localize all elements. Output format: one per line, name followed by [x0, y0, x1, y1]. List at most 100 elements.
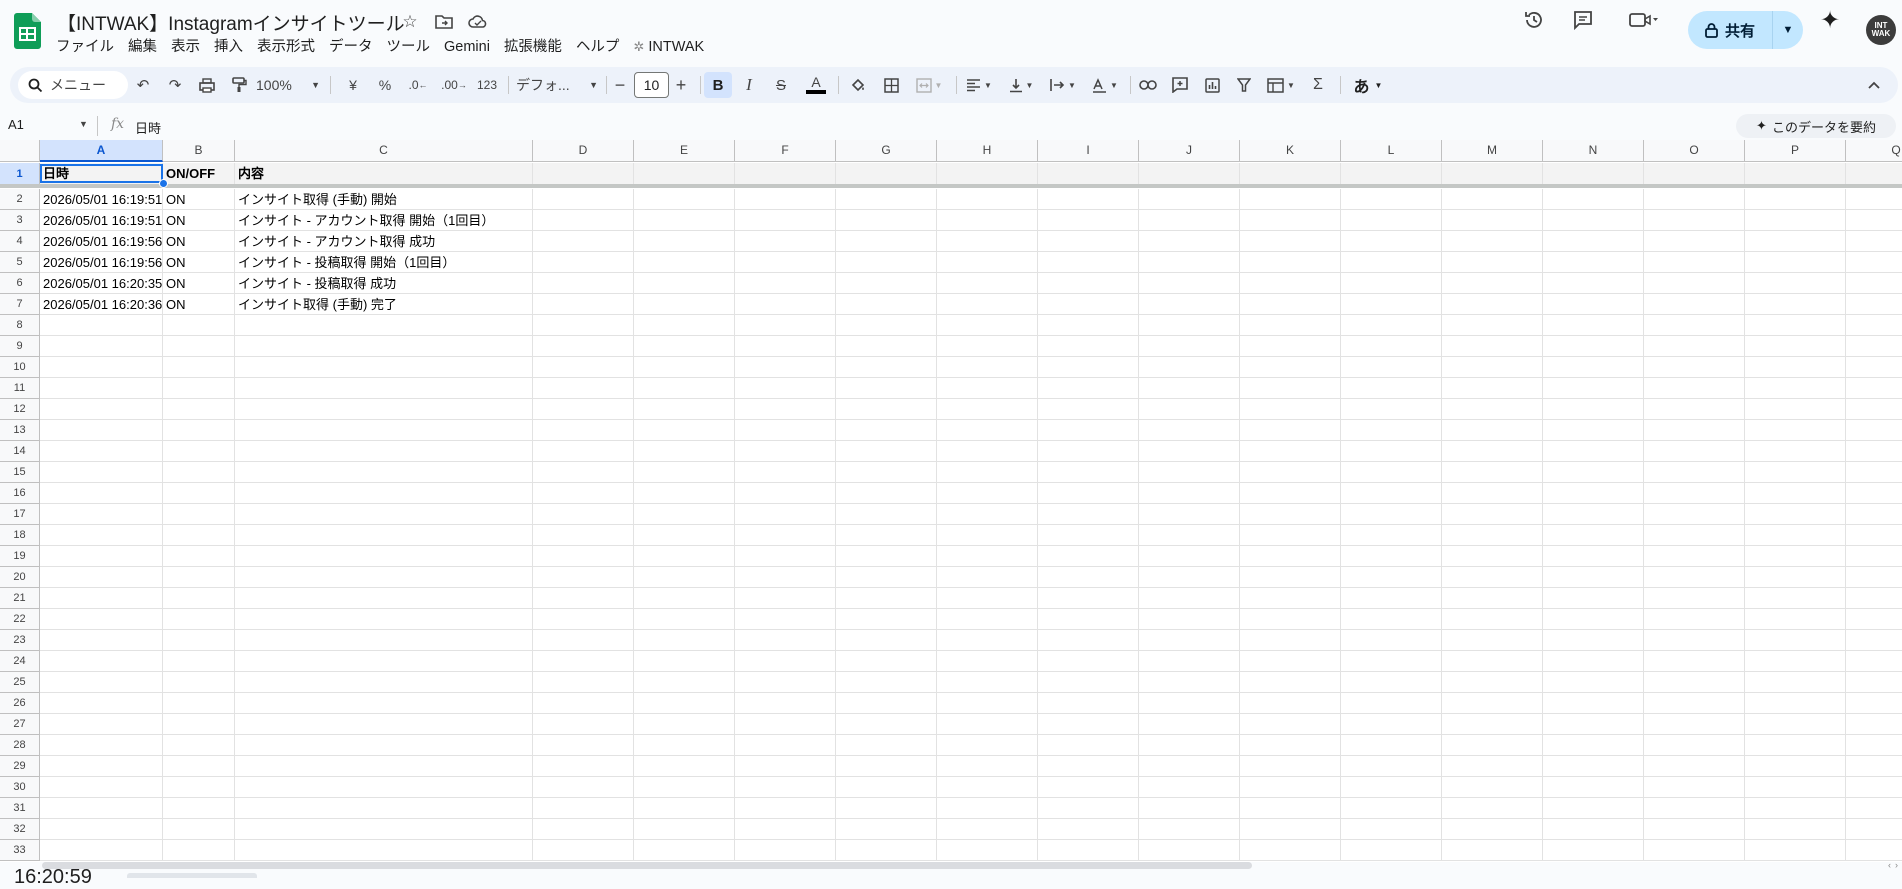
cell-h22[interactable]	[937, 609, 1038, 630]
cell-c28[interactable]	[235, 735, 533, 756]
cell-m7[interactable]	[1442, 294, 1543, 315]
increase-decimal-button[interactable]: .00 →	[440, 72, 468, 98]
cell-m30[interactable]	[1442, 777, 1543, 798]
cell-f31[interactable]	[735, 798, 836, 819]
cell-i2[interactable]	[1038, 189, 1139, 210]
cell-i12[interactable]	[1038, 399, 1139, 420]
cell-o23[interactable]	[1644, 630, 1745, 651]
cell-f13[interactable]	[735, 420, 836, 441]
cell-i9[interactable]	[1038, 336, 1139, 357]
cell-l29[interactable]	[1341, 756, 1442, 777]
cell-l31[interactable]	[1341, 798, 1442, 819]
cell-c15[interactable]	[235, 462, 533, 483]
cell-c27[interactable]	[235, 714, 533, 735]
cell-o5[interactable]	[1644, 252, 1745, 273]
cell-l22[interactable]	[1341, 609, 1442, 630]
cell-i19[interactable]	[1038, 546, 1139, 567]
cell-o18[interactable]	[1644, 525, 1745, 546]
cell-q6[interactable]	[1846, 273, 1902, 294]
row-header[interactable]: 32	[0, 819, 40, 840]
cell-h20[interactable]	[937, 567, 1038, 588]
cell-f5[interactable]	[735, 252, 836, 273]
cell-b4[interactable]: ON	[163, 231, 235, 252]
cell-h10[interactable]	[937, 357, 1038, 378]
cell-q8[interactable]	[1846, 315, 1902, 336]
print-icon[interactable]	[196, 72, 218, 98]
cell-k17[interactable]	[1240, 504, 1341, 525]
cell-f1[interactable]	[735, 163, 836, 185]
cell-k29[interactable]	[1240, 756, 1341, 777]
cell-j13[interactable]	[1139, 420, 1240, 441]
cell-b26[interactable]	[163, 693, 235, 714]
select-all-corner[interactable]	[0, 140, 40, 162]
document-title[interactable]: 【INTWAK】Instagramインサイトツール	[57, 9, 405, 36]
cell-a2[interactable]: 2026/05/01 16:19:51	[40, 189, 163, 210]
cell-h13[interactable]	[937, 420, 1038, 441]
cell-a6[interactable]: 2026/05/01 16:20:35	[40, 273, 163, 294]
cell-l21[interactable]	[1341, 588, 1442, 609]
insert-chart-icon[interactable]	[1200, 72, 1224, 98]
cell-l9[interactable]	[1341, 336, 1442, 357]
cell-a4[interactable]: 2026/05/01 16:19:56	[40, 231, 163, 252]
cell-m3[interactable]	[1442, 210, 1543, 231]
cell-c20[interactable]	[235, 567, 533, 588]
column-header-l[interactable]: L	[1341, 140, 1442, 162]
cell-d26[interactable]	[533, 693, 634, 714]
filter-views-icon[interactable]: ▼	[1264, 72, 1298, 98]
font-size-input[interactable]: 10	[634, 72, 669, 98]
cell-h33[interactable]	[937, 840, 1038, 861]
cell-c31[interactable]	[235, 798, 533, 819]
cell-a1[interactable]: 日時	[40, 163, 163, 185]
cell-p1[interactable]	[1745, 163, 1846, 185]
cell-d14[interactable]	[533, 441, 634, 462]
cell-e16[interactable]	[634, 483, 735, 504]
cell-g1[interactable]	[836, 163, 937, 185]
cell-n28[interactable]	[1543, 735, 1644, 756]
cell-h29[interactable]	[937, 756, 1038, 777]
collapse-toolbar-icon[interactable]	[1862, 72, 1886, 98]
cell-q33[interactable]	[1846, 840, 1902, 861]
cell-f27[interactable]	[735, 714, 836, 735]
cell-p21[interactable]	[1745, 588, 1846, 609]
cell-c11[interactable]	[235, 378, 533, 399]
column-header-i[interactable]: I	[1038, 140, 1139, 162]
cell-a20[interactable]	[40, 567, 163, 588]
cell-g26[interactable]	[836, 693, 937, 714]
cell-n8[interactable]	[1543, 315, 1644, 336]
cell-l23[interactable]	[1341, 630, 1442, 651]
cell-m26[interactable]	[1442, 693, 1543, 714]
cell-e10[interactable]	[634, 357, 735, 378]
cell-l13[interactable]	[1341, 420, 1442, 441]
cell-j28[interactable]	[1139, 735, 1240, 756]
cell-o2[interactable]	[1644, 189, 1745, 210]
cell-p2[interactable]	[1745, 189, 1846, 210]
cell-d15[interactable]	[533, 462, 634, 483]
row-header[interactable]: 22	[0, 609, 40, 630]
cell-j5[interactable]	[1139, 252, 1240, 273]
cell-e21[interactable]	[634, 588, 735, 609]
cell-e28[interactable]	[634, 735, 735, 756]
scroll-right-icon[interactable]: ›	[1895, 860, 1898, 870]
cell-j23[interactable]	[1139, 630, 1240, 651]
cell-j3[interactable]	[1139, 210, 1240, 231]
text-color-icon[interactable]: A	[804, 72, 828, 98]
cell-q18[interactable]	[1846, 525, 1902, 546]
row-header[interactable]: 5	[0, 252, 40, 273]
cell-d32[interactable]	[533, 819, 634, 840]
cell-l15[interactable]	[1341, 462, 1442, 483]
column-header-g[interactable]: G	[836, 140, 937, 162]
cell-g13[interactable]	[836, 420, 937, 441]
cell-i20[interactable]	[1038, 567, 1139, 588]
cell-k12[interactable]	[1240, 399, 1341, 420]
fill-color-icon[interactable]	[846, 72, 870, 98]
cell-k14[interactable]	[1240, 441, 1341, 462]
cell-l14[interactable]	[1341, 441, 1442, 462]
cell-k4[interactable]	[1240, 231, 1341, 252]
cell-e30[interactable]	[634, 777, 735, 798]
cell-c19[interactable]	[235, 546, 533, 567]
cell-l25[interactable]	[1341, 672, 1442, 693]
cell-l6[interactable]	[1341, 273, 1442, 294]
cell-m23[interactable]	[1442, 630, 1543, 651]
row-header[interactable]: 25	[0, 672, 40, 693]
cell-e9[interactable]	[634, 336, 735, 357]
